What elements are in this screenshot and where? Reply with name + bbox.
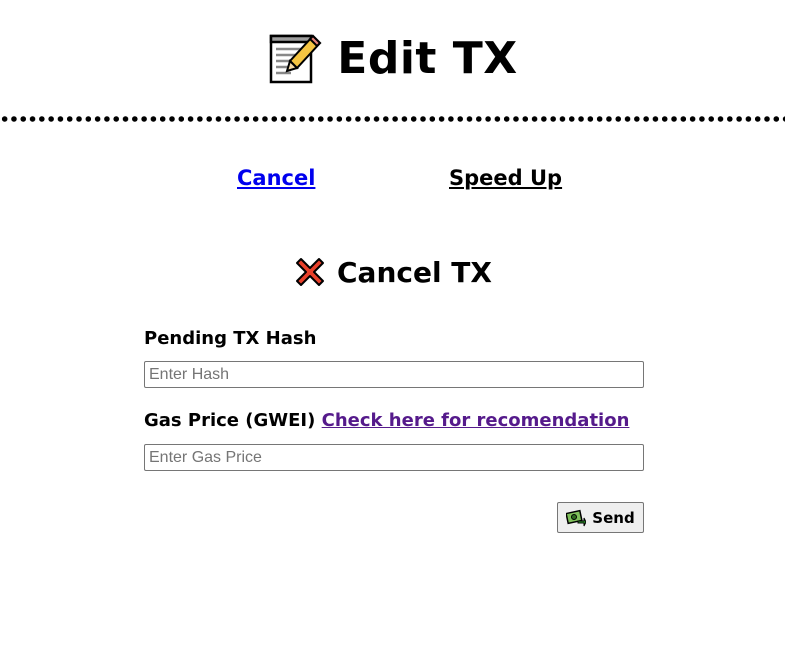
page-title: Edit TX	[337, 32, 518, 84]
cancel-link[interactable]: Cancel	[237, 166, 315, 190]
red-x-icon	[296, 258, 324, 286]
notepad-pencil-icon	[270, 34, 322, 84]
section-heading: Cancel TX	[0, 255, 785, 289]
section-title: Cancel TX	[337, 255, 492, 289]
hash-input[interactable]	[144, 361, 644, 388]
hash-label: Pending TX Hash	[144, 328, 317, 349]
gas-price-input[interactable]	[144, 444, 644, 471]
send-label: Send	[592, 508, 635, 527]
dotted-divider	[0, 114, 785, 124]
gas-price-label-row: Gas Price (GWEI) Check here for recomend…	[144, 410, 629, 431]
send-button[interactable]: Send	[557, 502, 644, 533]
page-header: Edit TX	[0, 28, 785, 88]
money-send-icon	[566, 509, 587, 526]
speed-up-link[interactable]: Speed Up	[449, 166, 562, 190]
gas-price-label: Gas Price (GWEI)	[144, 410, 316, 431]
gas-recommendation-link[interactable]: Check here for recomendation	[322, 410, 630, 431]
